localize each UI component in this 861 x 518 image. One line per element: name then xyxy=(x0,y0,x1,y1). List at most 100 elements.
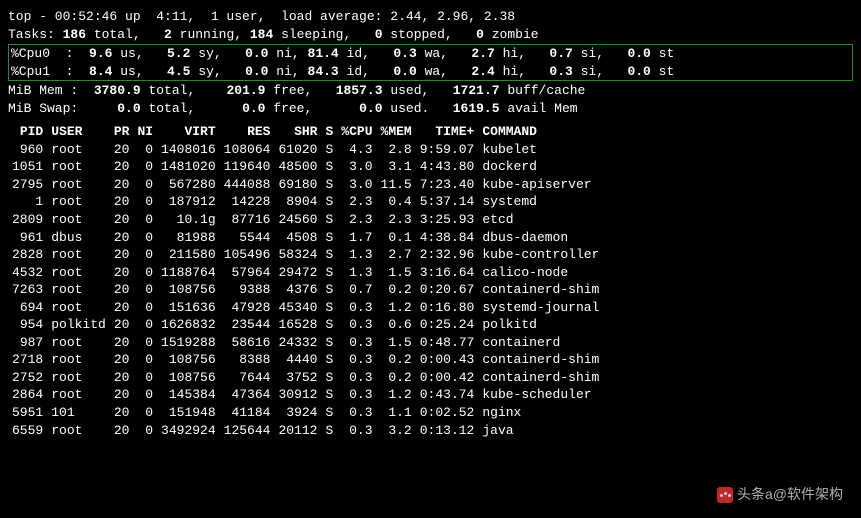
tasks-zombie: 0 xyxy=(476,27,484,42)
table-row[interactable]: 4532root20011887645796429472S1.31.53:16.… xyxy=(8,264,603,282)
table-row[interactable]: 5951101200151948411843924S0.31.10:02.52n… xyxy=(8,404,603,422)
cell-cmd: kube-apiserver xyxy=(478,176,603,194)
cell-user: root xyxy=(47,176,110,194)
cell-pid: 1051 xyxy=(8,158,47,176)
cell-shr: 4440 xyxy=(274,351,321,369)
col-mem[interactable]: %MEM xyxy=(377,123,416,141)
tasks-stopped: 0 xyxy=(375,27,383,42)
col-cpu[interactable]: %CPU xyxy=(337,123,376,141)
cell-pr: 20 xyxy=(110,176,134,194)
cell-ni: 0 xyxy=(133,141,157,159)
cell-pr: 20 xyxy=(110,281,134,299)
table-row[interactable]: 2809root20010.1g8771624560S2.32.33:25.93… xyxy=(8,211,603,229)
cell-ni: 0 xyxy=(133,193,157,211)
cell-user: root xyxy=(47,422,110,440)
cell-shr: 58324 xyxy=(274,246,321,264)
cell-virt: 1519288 xyxy=(157,334,220,352)
col-s[interactable]: S xyxy=(321,123,337,141)
cell-pr: 20 xyxy=(110,334,134,352)
table-row[interactable]: 2752root20010875676443752S0.30.20:00.42c… xyxy=(8,369,603,387)
cell-pr: 20 xyxy=(110,351,134,369)
col-user[interactable]: USER xyxy=(47,123,110,141)
col-command[interactable]: COMMAND xyxy=(478,123,603,141)
col-pid[interactable]: PID xyxy=(8,123,47,141)
cell-user: root xyxy=(47,299,110,317)
table-row[interactable]: 7263root20010875693884376S0.70.20:20.67c… xyxy=(8,281,603,299)
cell-res: 444088 xyxy=(220,176,275,194)
col-res[interactable]: RES xyxy=(220,123,275,141)
process-table[interactable]: PIDUSERPRNIVIRTRESSHRS%CPU%MEMTIME+COMMA… xyxy=(8,123,603,439)
cell-mem: 2.8 xyxy=(377,141,416,159)
cell-mem: 0.1 xyxy=(377,229,416,247)
table-header-row[interactable]: PIDUSERPRNIVIRTRESSHRS%CPU%MEMTIME+COMMA… xyxy=(8,123,603,141)
col-virt[interactable]: VIRT xyxy=(157,123,220,141)
cell-mem: 11.5 xyxy=(377,176,416,194)
cell-s: S xyxy=(321,246,337,264)
table-row[interactable]: 1root200187912142288904S2.30.45:37.14sys… xyxy=(8,193,603,211)
col-ni[interactable]: NI xyxy=(133,123,157,141)
table-row[interactable]: 954polkitd20016268322354416528S0.30.60:2… xyxy=(8,316,603,334)
col-pr[interactable]: PR xyxy=(110,123,134,141)
table-row[interactable]: 961dbus2008198855444508S1.70.14:38.84dbu… xyxy=(8,229,603,247)
mem-total: 3780.9 xyxy=(94,83,141,98)
cell-cmd: polkitd xyxy=(478,316,603,334)
cell-cmd: java xyxy=(478,422,603,440)
cell-pid: 954 xyxy=(8,316,47,334)
table-row[interactable]: 960root200140801610806461020S4.32.89:59.… xyxy=(8,141,603,159)
cell-virt: 1408016 xyxy=(157,141,220,159)
cell-cpu: 0.3 xyxy=(337,369,376,387)
cell-ni: 0 xyxy=(133,246,157,264)
cell-cmd: etcd xyxy=(478,211,603,229)
cell-virt: 81988 xyxy=(157,229,220,247)
tasks-sleeping: 184 xyxy=(250,27,273,42)
cell-res: 87716 xyxy=(220,211,275,229)
cell-shr: 8904 xyxy=(274,193,321,211)
cell-ni: 0 xyxy=(133,316,157,334)
watermark: 头条a@软件架构 xyxy=(717,485,843,504)
cell-mem: 1.2 xyxy=(377,386,416,404)
swap-used: 0.0 xyxy=(359,101,382,116)
cell-mem: 0.6 xyxy=(377,316,416,334)
cell-shr: 3924 xyxy=(274,404,321,422)
table-row[interactable]: 2828root20021158010549658324S1.32.72:32.… xyxy=(8,246,603,264)
table-row[interactable]: 694root2001516364792845340S0.31.20:16.80… xyxy=(8,299,603,317)
summary-tasks: Tasks: 186 total, 2 running, 184 sleepin… xyxy=(8,26,853,44)
col-shr[interactable]: SHR xyxy=(274,123,321,141)
cell-mem: 1.5 xyxy=(377,334,416,352)
cell-mem: 1.5 xyxy=(377,264,416,282)
cell-time: 0:25.24 xyxy=(416,316,479,334)
cell-pid: 2718 xyxy=(8,351,47,369)
cell-s: S xyxy=(321,334,337,352)
cell-mem: 2.3 xyxy=(377,211,416,229)
cell-ni: 0 xyxy=(133,404,157,422)
cell-time: 9:59.07 xyxy=(416,141,479,159)
cell-shr: 24332 xyxy=(274,334,321,352)
cell-virt: 108756 xyxy=(157,281,220,299)
cell-s: S xyxy=(321,141,337,159)
cpu-line-1: %Cpu1 : 8.4 us, 4.5 sy, 0.0 ni, 84.3 id,… xyxy=(11,63,850,81)
cell-time: 0:20.67 xyxy=(416,281,479,299)
cell-user: root xyxy=(47,386,110,404)
table-row[interactable]: 987root20015192885861624332S0.31.50:48.7… xyxy=(8,334,603,352)
cell-virt: 145384 xyxy=(157,386,220,404)
cell-time: 0:16.80 xyxy=(416,299,479,317)
cell-user: root xyxy=(47,141,110,159)
cell-time: 4:43.80 xyxy=(416,158,479,176)
table-row[interactable]: 1051root200148102011964048500S3.03.14:43… xyxy=(8,158,603,176)
cell-pr: 20 xyxy=(110,404,134,422)
cell-shr: 4376 xyxy=(274,281,321,299)
cell-cpu: 0.3 xyxy=(337,404,376,422)
table-row[interactable]: 2795root20056728044408869180S3.011.57:23… xyxy=(8,176,603,194)
cell-time: 4:38.84 xyxy=(416,229,479,247)
table-row[interactable]: 6559root200349292412564420112S0.33.20:13… xyxy=(8,422,603,440)
table-row[interactable]: 2718root20010875683884440S0.30.20:00.43c… xyxy=(8,351,603,369)
cell-cpu: 0.3 xyxy=(337,334,376,352)
cell-s: S xyxy=(321,264,337,282)
table-row[interactable]: 2864root2001453844736430912S0.31.20:43.7… xyxy=(8,386,603,404)
cell-cpu: 0.3 xyxy=(337,316,376,334)
col-time[interactable]: TIME+ xyxy=(416,123,479,141)
cell-pid: 1 xyxy=(8,193,47,211)
cell-pr: 20 xyxy=(110,369,134,387)
cell-mem: 3.2 xyxy=(377,422,416,440)
cell-pr: 20 xyxy=(110,299,134,317)
